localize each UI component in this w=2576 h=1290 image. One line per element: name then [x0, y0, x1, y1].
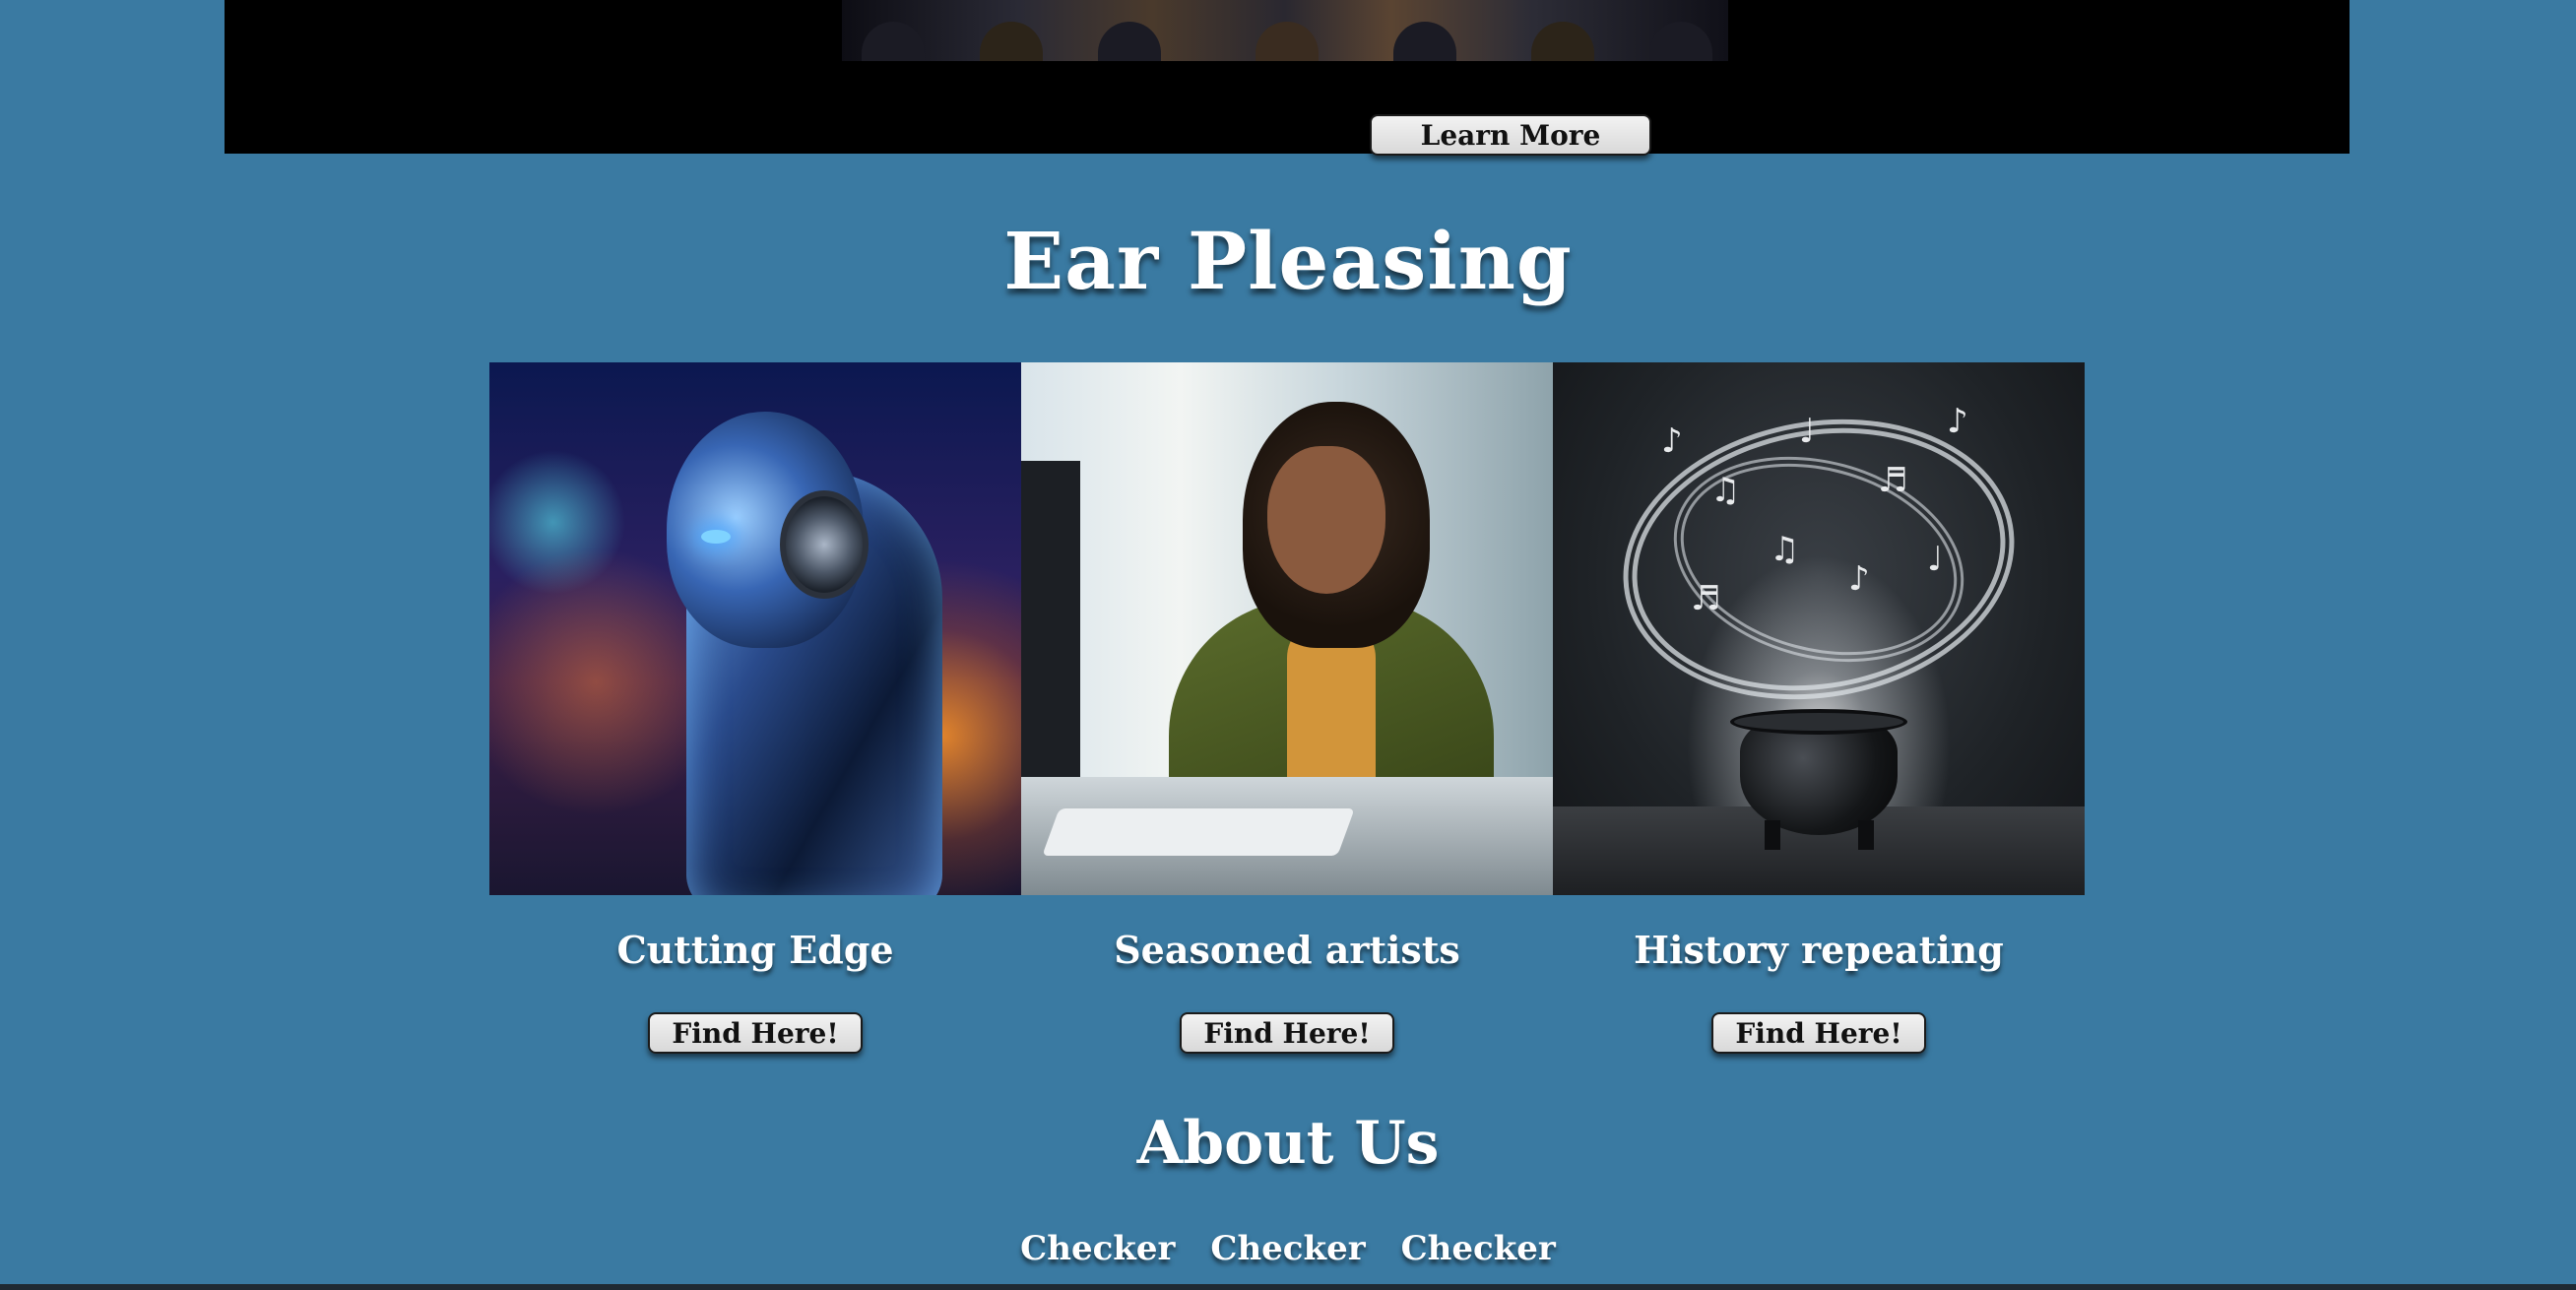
card-title-seasoned-artists: Seasoned artists [1114, 928, 1460, 972]
find-here-button-1[interactable]: Find Here! [648, 1012, 863, 1054]
checker-links: Checker Checker Checker [0, 1229, 2576, 1268]
artist-at-computer-image [1021, 362, 1553, 895]
checker-link-1[interactable]: Checker [1020, 1229, 1175, 1268]
card-title-history-repeating: History repeating [1634, 928, 2004, 972]
checker-link-2[interactable]: Checker [1210, 1229, 1365, 1268]
checker-link-3[interactable]: Checker [1401, 1229, 1556, 1268]
about-us-title: About Us [1136, 1109, 1440, 1178]
card-title-cutting-edge: Cutting Edge [616, 928, 894, 972]
learn-more-button[interactable]: Learn More [1370, 114, 1651, 156]
robot-headphones-image [489, 362, 1021, 895]
hero-banner: Learn More [225, 0, 2350, 156]
section-title: Ear Pleasing [1003, 215, 1573, 307]
find-here-button-2[interactable]: Find Here! [1180, 1012, 1394, 1054]
find-here-button-3[interactable]: Find Here! [1711, 1012, 1926, 1054]
window-bottom-edge [0, 1284, 2576, 1290]
page: Learn More Ear Pleasing ♪ ♫ ♩ ♬ ♪ ♫ ♪ ♬ … [0, 0, 2576, 1290]
hero-crowd-image [842, 0, 1728, 61]
music-cauldron-image: ♪ ♫ ♩ ♬ ♪ ♫ ♪ ♬ ♩ [1553, 362, 2085, 895]
image-grid: ♪ ♫ ♩ ♬ ♪ ♫ ♪ ♬ ♩ [489, 362, 2085, 895]
